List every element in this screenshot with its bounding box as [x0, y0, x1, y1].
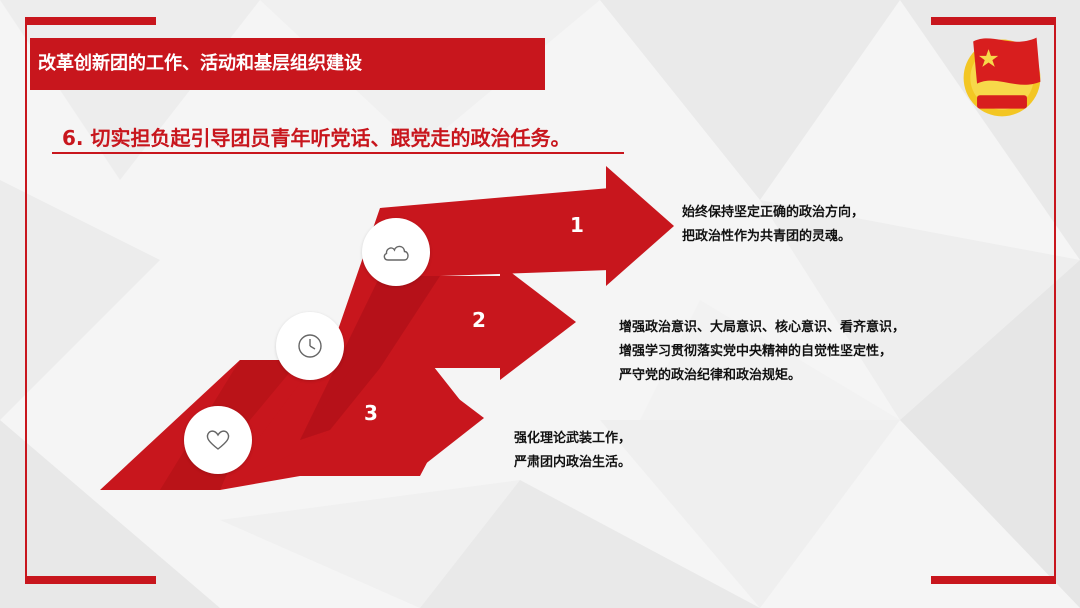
step-2-line-1: 增强政治意识、大局意识、核心意识、看齐意识，	[619, 320, 906, 335]
arrow-1-head	[606, 166, 674, 286]
arrow-2-head	[500, 264, 576, 380]
step-1-line-2: 把政治性作为共青团的灵魂。	[682, 229, 852, 244]
step-number-3: 3	[364, 401, 378, 425]
step-2-icon-circle	[276, 312, 344, 380]
heart-icon	[206, 430, 230, 450]
step-1-line-1: 始终保持坚定正确的政治方向，	[682, 205, 865, 220]
step-number-1: 1	[570, 213, 584, 237]
step-3-line-1: 强化理论武装工作，	[514, 431, 632, 446]
step-1-description: 始终保持坚定正确的政治方向， 把政治性作为共青团的灵魂。	[682, 201, 864, 249]
step-2-line-3: 严守党的政治纪律和政治规矩。	[619, 368, 802, 383]
step-2-description: 增强政治意识、大局意识、核心意识、看齐意识， 增强学习贯彻落实党中央精神的自觉性…	[619, 316, 905, 388]
step-3-icon-circle	[184, 406, 252, 474]
arrow-3-head	[410, 362, 484, 476]
step-3-line-2: 严肃团内政治生活。	[514, 455, 632, 470]
clock-icon	[298, 334, 322, 358]
step-number-2: 2	[472, 308, 486, 332]
arrow-diagram	[100, 166, 674, 490]
cloud-icon	[383, 245, 409, 261]
step-2-line-2: 增强学习贯彻落实党中央精神的自觉性坚定性，	[619, 344, 893, 359]
step-1-icon-circle	[362, 218, 430, 286]
step-3-description: 强化理论武装工作， 严肃团内政治生活。	[514, 427, 631, 475]
